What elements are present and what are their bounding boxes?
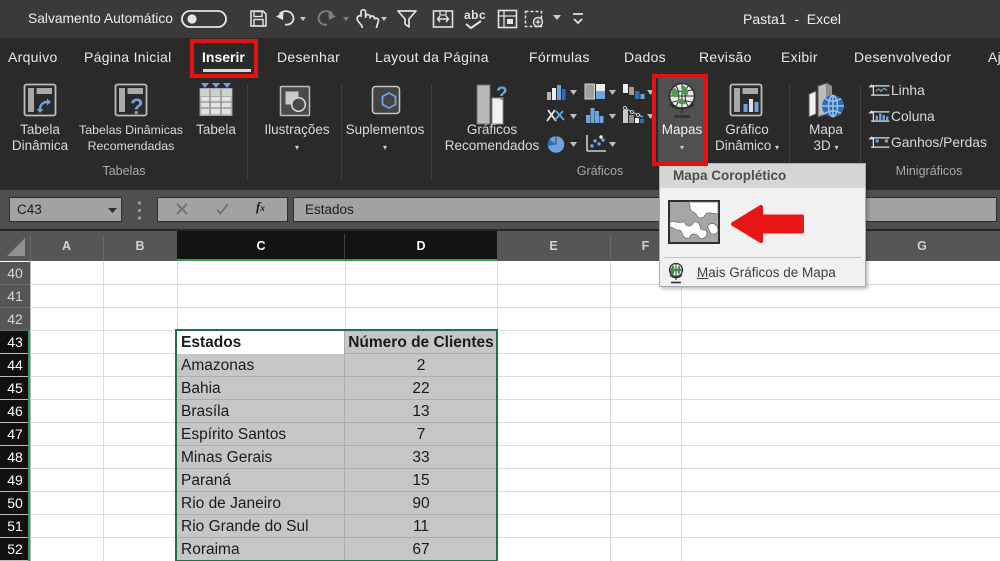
svg-text:?: ? — [130, 94, 143, 117]
svg-text:?: ? — [496, 84, 508, 105]
